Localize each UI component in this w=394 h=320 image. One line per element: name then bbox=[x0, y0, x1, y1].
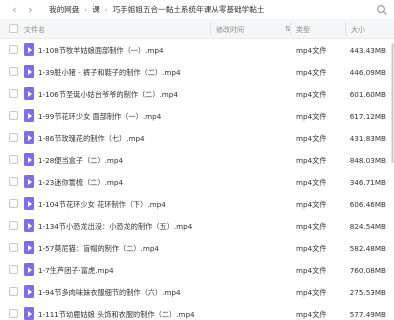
file-name[interactable]: 1-134节小恐龙出没：小恐龙的制作（五）.mp4 bbox=[38, 222, 192, 232]
file-size: 577.49MB bbox=[349, 310, 386, 319]
column-divider[interactable] bbox=[210, 22, 211, 35]
file-size: 582.48MB bbox=[349, 244, 386, 253]
file-name[interactable]: 1-86节玫瑰花的制作（七）.mp4 bbox=[38, 134, 145, 144]
file-type: mp4文件 bbox=[296, 46, 327, 55]
column-header-modified[interactable]: 修改时间 bbox=[216, 25, 244, 35]
column-header-type[interactable]: 类型 bbox=[296, 25, 310, 35]
file-row[interactable]: 1-134节小恐龙出没：小恐龙的制作（五）.mp4 mp4文件 824.54MB bbox=[0, 215, 394, 237]
video-file-icon bbox=[24, 197, 34, 210]
row-checkbox[interactable] bbox=[9, 133, 18, 142]
file-type: mp4文件 bbox=[296, 90, 327, 99]
video-file-icon bbox=[24, 285, 34, 298]
file-row[interactable]: 1-99节花环少女 面部制作（一）.mp4 mp4文件 617.12MB bbox=[0, 105, 394, 127]
video-file-icon bbox=[24, 263, 34, 276]
row-checkbox[interactable] bbox=[9, 287, 18, 296]
file-type: mp4文件 bbox=[296, 222, 327, 231]
file-type: mp4文件 bbox=[296, 200, 327, 209]
file-row[interactable]: 1-23迷你寰梳（二）.mp4 mp4文件 346.71MB bbox=[0, 171, 394, 193]
video-file-icon bbox=[24, 65, 34, 78]
file-size: 824.54MB bbox=[349, 222, 386, 231]
file-size: 848.03MB bbox=[349, 156, 386, 165]
row-checkbox[interactable] bbox=[9, 243, 18, 252]
file-name[interactable]: 1-39脏小猪 - 裤子和鞋子的制作（二）.mp4 bbox=[38, 68, 181, 78]
column-divider[interactable] bbox=[345, 22, 346, 35]
breadcrumb: 我的网盘 › 课 › 巧手姐姐五合一黏土系统年课从零基础学黏土 bbox=[49, 4, 264, 15]
video-file-icon bbox=[24, 109, 34, 122]
file-type: mp4文件 bbox=[296, 244, 327, 253]
file-size: 617.12MB bbox=[349, 112, 386, 121]
row-checkbox[interactable] bbox=[9, 177, 18, 186]
file-name[interactable]: 1-28便当盒子（二）.mp4 bbox=[38, 156, 123, 166]
file-type: mp4文件 bbox=[296, 112, 327, 121]
file-row[interactable]: 1-111节幼鹿姑娘 头饰和衣服的制作（二）.mp4 mp4文件 577.49M… bbox=[0, 303, 394, 320]
row-checkbox[interactable] bbox=[9, 67, 18, 76]
column-header-name[interactable]: 文件名 bbox=[24, 25, 45, 35]
row-checkbox[interactable] bbox=[9, 111, 18, 120]
navigation-bar: ‹ › 我的网盘 › 课 › 巧手姐姐五合一黏土系统年课从零基础学黏土 bbox=[0, 0, 394, 19]
file-name[interactable]: 1-94节多肉味妹衣服细节的制作（六）.mp4 bbox=[38, 288, 181, 298]
file-name[interactable]: 1-111节幼鹿姑娘 头饰和衣服的制作（二）.mp4 bbox=[38, 310, 195, 320]
file-row[interactable]: 1-94节多肉味妹衣服细节的制作（六）.mp4 mp4文件 275.53MB bbox=[0, 281, 394, 303]
file-row[interactable]: 1-108节牧羊姑娘面部制作（一）.mp4 mp4文件 443.43MB bbox=[0, 39, 394, 61]
video-file-icon bbox=[24, 153, 34, 166]
file-row[interactable]: 1-57莫尼猫：盲帽的制作（二）.mp4 mp4文件 582.48MB bbox=[0, 237, 394, 259]
file-size: 446.09MB bbox=[349, 68, 386, 77]
breadcrumb-separator: › bbox=[84, 5, 88, 14]
file-type: mp4文件 bbox=[296, 68, 327, 77]
forward-button[interactable]: › bbox=[24, 2, 37, 18]
file-type: mp4文件 bbox=[296, 134, 327, 143]
breadcrumb-separator: › bbox=[104, 5, 108, 14]
file-row[interactable]: 1-28便当盒子（二）.mp4 mp4文件 848.03MB bbox=[0, 149, 394, 171]
row-checkbox[interactable] bbox=[9, 89, 18, 98]
file-row[interactable]: 1-106节圣诞小姑台爷爷的制作（二）.mp4 mp4文件 601.60MB bbox=[0, 83, 394, 105]
video-file-icon bbox=[24, 131, 34, 144]
video-file-icon bbox=[24, 241, 34, 254]
video-file-icon bbox=[24, 219, 34, 232]
search-icon[interactable] bbox=[376, 4, 388, 16]
row-checkbox[interactable] bbox=[9, 309, 18, 318]
file-row[interactable]: 1-7生芦团子·富虎.mp4 mp4文件 760.08MB bbox=[0, 259, 394, 281]
file-type: mp4文件 bbox=[296, 266, 327, 275]
file-name[interactable]: 1-104节花环少女 花环制作（下）.mp4 bbox=[38, 200, 166, 210]
file-name[interactable]: 1-23迷你寰梳（二）.mp4 bbox=[38, 178, 123, 188]
video-file-icon bbox=[24, 175, 34, 188]
column-header-size[interactable]: 大小 bbox=[351, 25, 365, 35]
row-checkbox[interactable] bbox=[9, 199, 18, 208]
breadcrumb-item-current: 巧手姐姐五合一黏土系统年课从零基础学黏土 bbox=[112, 5, 265, 14]
file-size: 275.53MB bbox=[349, 288, 386, 297]
video-file-icon bbox=[24, 307, 34, 320]
row-checkbox[interactable] bbox=[9, 221, 18, 230]
file-type: mp4文件 bbox=[296, 178, 327, 187]
file-size: 346.71MB bbox=[349, 178, 386, 187]
breadcrumb-item-root[interactable]: 我的网盘 bbox=[49, 4, 79, 15]
row-checkbox[interactable] bbox=[9, 265, 18, 274]
video-file-icon bbox=[24, 43, 34, 56]
file-size: 760.08MB bbox=[349, 266, 386, 275]
file-row[interactable]: 1-39脏小猪 - 裤子和鞋子的制作（二）.mp4 mp4文件 446.09MB bbox=[0, 61, 394, 83]
video-file-icon bbox=[24, 87, 34, 100]
file-type: mp4文件 bbox=[296, 288, 327, 297]
file-size: 606.46MB bbox=[349, 200, 386, 209]
row-checkbox[interactable] bbox=[9, 155, 18, 164]
column-divider[interactable] bbox=[290, 22, 291, 35]
file-name[interactable]: 1-108节牧羊姑娘面部制作（一）.mp4 bbox=[38, 46, 164, 56]
row-checkbox[interactable] bbox=[9, 45, 18, 54]
file-name[interactable]: 1-7生芦团子·富虎.mp4 bbox=[38, 266, 114, 276]
select-all-checkbox[interactable] bbox=[9, 24, 18, 33]
file-type: mp4文件 bbox=[296, 156, 327, 165]
file-name[interactable]: 1-106节圣诞小姑台爷爷的制作（二）.mp4 bbox=[38, 90, 178, 100]
breadcrumb-item-course[interactable]: 课 bbox=[92, 4, 100, 15]
back-button[interactable]: ‹ bbox=[8, 2, 21, 18]
file-row[interactable]: 1-104节花环少女 花环制作（下）.mp4 mp4文件 606.46MB bbox=[0, 193, 394, 215]
file-type: mp4文件 bbox=[296, 310, 327, 319]
file-size: 443.43MB bbox=[349, 46, 386, 55]
file-size: 601.60MB bbox=[349, 90, 386, 99]
file-row[interactable]: 1-86节玫瑰花的制作（七）.mp4 mp4文件 431.83MB bbox=[0, 127, 394, 149]
file-list-header: 文件名 修改时间 ⇅ 类型 大小 bbox=[0, 19, 394, 39]
file-size: 431.83MB bbox=[349, 134, 386, 143]
file-name[interactable]: 1-99节花环少女 面部制作（一）.mp4 bbox=[38, 112, 161, 122]
file-name[interactable]: 1-57莫尼猫：盲帽的制作（二）.mp4 bbox=[38, 244, 159, 254]
